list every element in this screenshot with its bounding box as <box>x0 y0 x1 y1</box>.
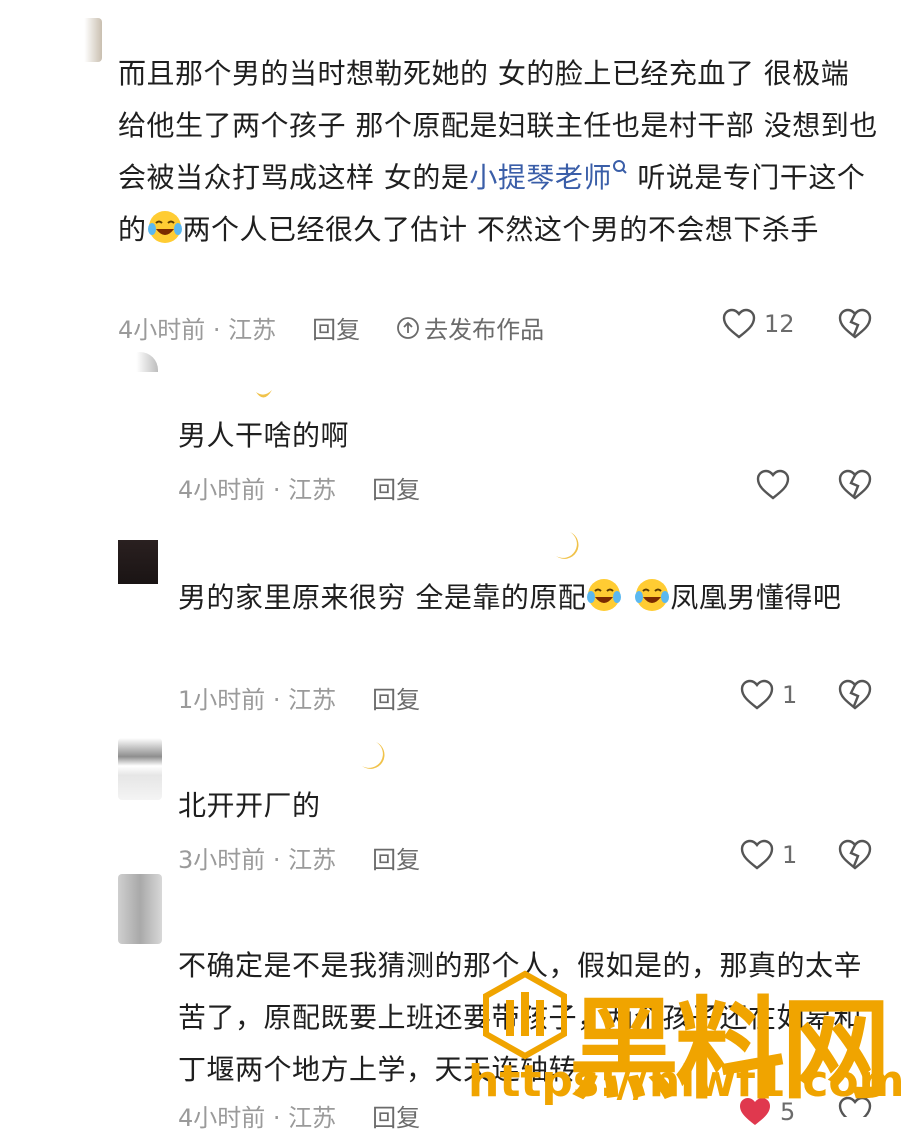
comment-text-part: 男的家里原来很穷 全是靠的原配 <box>178 581 587 614</box>
heart-icon <box>722 308 756 339</box>
dislike-heart-icon[interactable] <box>838 469 872 501</box>
comment-text: 男人干啥的啊 <box>178 419 350 452</box>
comment-text: 男的家里原来很穷 全是靠的原配 凤凰男懂得吧 <box>178 572 878 624</box>
comment-time: 1小时前 · 江苏 <box>178 686 337 714</box>
watermark-brand: 黑料网 <box>569 986 891 1114</box>
avatar[interactable] <box>118 874 162 944</box>
moon-icon <box>256 390 272 398</box>
like-count: 12 <box>764 310 795 338</box>
comment-text-part: 凤凰男懂得吧 <box>670 581 842 614</box>
like-button[interactable]: 1 <box>740 679 797 711</box>
moon-icon <box>556 532 579 559</box>
heart-icon <box>740 839 774 870</box>
comment-meta: 4小时前 · 江苏 回复 <box>178 470 420 505</box>
moon-icon <box>362 742 385 769</box>
comment-meta: 3小时前 · 江苏 回复 <box>178 840 420 875</box>
mention-link[interactable]: 小提琴老师 <box>469 161 612 194</box>
dislike-heart-icon[interactable] <box>838 679 872 711</box>
comment-text: 而且那个男的当时想勒死她的 女的脸上已经充血了 很极端 给他生了两个孩子 那个原… <box>118 48 878 256</box>
watermark-logo-icon <box>483 970 567 1060</box>
comment-text-part: 两个人已经很久了估计 不然这个男的不会想下杀手 <box>182 213 819 246</box>
reply-button[interactable]: 回复 <box>372 840 420 875</box>
avatar[interactable] <box>58 18 102 62</box>
laugh-cry-emoji-icon <box>587 579 622 611</box>
comment-text: 北开开厂的 <box>178 789 321 822</box>
avatar[interactable] <box>122 352 158 372</box>
laugh-cry-emoji-icon <box>635 579 670 611</box>
reply-button[interactable]: 回复 <box>372 1098 420 1133</box>
avatar[interactable] <box>118 738 162 800</box>
heart-icon <box>740 679 774 710</box>
reply-button[interactable]: 回复 <box>372 470 420 505</box>
search-icon[interactable] <box>612 159 628 177</box>
reply-button[interactable]: 回复 <box>372 680 420 715</box>
comment-time: 4小时前 · 江苏 <box>118 316 277 344</box>
heart-icon <box>756 469 790 500</box>
like-count: 1 <box>782 841 798 869</box>
comment-meta: 4小时前 · 江苏 回复 <box>178 1098 420 1133</box>
comment-time: 4小时前 · 江苏 <box>178 1104 337 1132</box>
like-count: 1 <box>782 681 798 709</box>
laugh-cry-emoji-icon <box>147 211 182 243</box>
like-button[interactable] <box>756 469 790 501</box>
go-publish-button[interactable]: 去发布作品 <box>396 310 544 345</box>
avatar[interactable] <box>118 532 158 584</box>
like-button[interactable]: 1 <box>740 839 797 871</box>
comment-meta: 1小时前 · 江苏 回复 <box>178 680 420 715</box>
dislike-heart-icon[interactable] <box>838 308 872 340</box>
comment-time: 3小时前 · 江苏 <box>178 846 337 874</box>
go-publish-label: 去发布作品 <box>424 316 545 344</box>
arrow-up-circle-icon <box>397 316 420 339</box>
comment-meta: 4小时前 · 江苏 回复 去发布作品 <box>118 310 544 345</box>
reply-button[interactable]: 回复 <box>312 310 360 345</box>
watermark-url: https://hlwf1.com <box>468 1056 901 1107</box>
dislike-heart-icon[interactable] <box>838 839 872 871</box>
comment-time: 4小时前 · 江苏 <box>178 476 337 504</box>
like-button[interactable]: 12 <box>722 308 795 340</box>
